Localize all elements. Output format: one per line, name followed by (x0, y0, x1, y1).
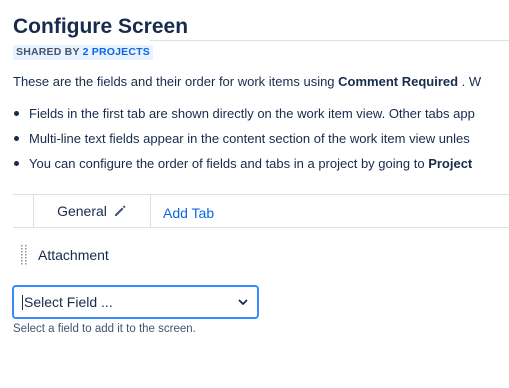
chevron-down-icon (237, 296, 249, 308)
shared-by-lozenge: SHARED BY 2 PROJECTS (13, 45, 153, 60)
field-label: Attachment (38, 247, 109, 263)
notes-list: Fields in the first tab are shown direct… (13, 105, 475, 180)
note-project-link: Project (428, 156, 473, 171)
field-row-attachment[interactable]: Attachment (20, 243, 109, 267)
select-field-dropdown[interactable]: Select Field ... (12, 285, 259, 319)
note-text: Fields in the first tab are shown direct… (29, 106, 475, 121)
note-text: You can configure the order of fields an… (29, 156, 429, 171)
text-caret (22, 294, 23, 310)
intro-text: These are the fields and their order for… (13, 74, 481, 89)
bullet-icon (14, 111, 19, 116)
note-text: Multi-line text fields appear in the con… (29, 131, 470, 146)
drag-handle-icon[interactable] (20, 244, 28, 266)
page-title: Configure Screen (13, 15, 189, 38)
shared-projects-link[interactable]: 2 PROJECTS (83, 46, 150, 58)
tab-general[interactable]: General (33, 195, 151, 227)
note-item: Fields in the first tab are shown direct… (13, 105, 475, 130)
select-field-helper: Select a field to add it to the screen. (13, 323, 196, 335)
note-item: You can configure the order of fields an… (13, 155, 475, 180)
note-item: Multi-line text fields appear in the con… (13, 130, 475, 155)
screen-scheme-name: Comment Required (338, 74, 459, 89)
tabs-bar: General Add Tab (13, 195, 509, 228)
title-divider (150, 40, 509, 41)
pencil-icon[interactable] (113, 204, 127, 218)
select-field-value: Select Field ... (24, 294, 113, 310)
bullet-icon (14, 136, 19, 141)
bullet-icon (14, 161, 19, 166)
shared-by-label: SHARED BY (16, 46, 80, 58)
tab-general-label: General (57, 203, 107, 219)
add-tab-link[interactable]: Add Tab (163, 195, 214, 227)
intro-text-after: . W (458, 74, 482, 89)
intro-text-before: These are the fields and their order for… (13, 74, 339, 89)
